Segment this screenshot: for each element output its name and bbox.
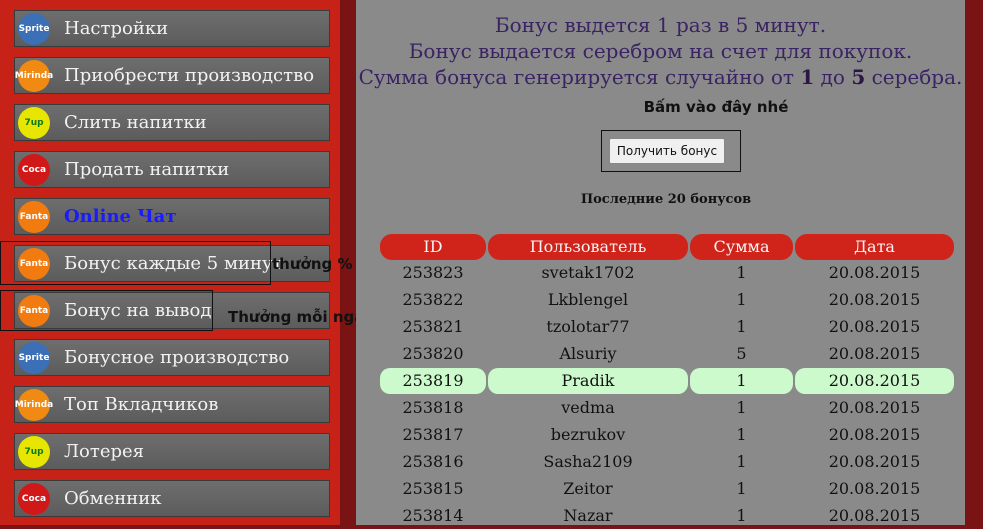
table-header-row: ID Пользователь Сумма Дата: [380, 234, 954, 260]
cell-date: 20.08.2015: [828, 398, 921, 417]
cell-date: 20.08.2015: [828, 479, 921, 498]
menu-item-online-chat[interactable]: Fanta Online Чат: [14, 198, 330, 235]
cell-user: Sasha2109: [543, 452, 633, 471]
coca-cola-icon: Coca: [18, 482, 50, 515]
menu-item-settings[interactable]: Sprite Настройки: [14, 10, 330, 47]
cell-id: 253818: [402, 398, 464, 417]
menu-item-label: Приобрести производство: [64, 65, 315, 86]
menu-item-label: Online Чат: [64, 206, 177, 227]
cell-date: 20.08.2015: [828, 425, 921, 444]
menu-item-lottery[interactable]: 7up Лотерея: [14, 433, 330, 470]
cell-id: 253815: [402, 479, 464, 498]
cell-amount: 1: [736, 290, 747, 309]
cell-user: Zeitor: [563, 479, 613, 498]
cell-user: bezrukov: [550, 425, 626, 444]
mirinda-icon: Mirinda: [15, 59, 53, 92]
cell-user: vedma: [561, 398, 615, 417]
cell-amount: 1: [736, 479, 747, 498]
menu-item-label: Обменник: [64, 488, 162, 509]
table-row: 253815 Zeitor 1 20.08.2015: [380, 476, 954, 502]
menu-item-label: Бонусное производство: [64, 347, 290, 368]
annotation-note-daily: Thưởng mỗi ngày: [228, 308, 374, 326]
table-row: 253818 vedma 1 20.08.2015: [380, 395, 954, 421]
table-row: 253820 Alsuriy 5 20.08.2015: [380, 341, 954, 367]
cell-amount: 1: [736, 506, 747, 525]
cell-id: 253819: [380, 368, 486, 394]
table-row: 253823 svetak1702 1 20.08.2015: [380, 260, 954, 286]
cell-date: 20.08.2015: [795, 368, 954, 394]
cell-user: Pradik: [488, 368, 688, 394]
menu-item-label: Продать напитки: [64, 159, 230, 180]
cell-id: 253816: [402, 452, 464, 471]
cell-date: 20.08.2015: [828, 290, 921, 309]
cell-user: tzolotar77: [546, 317, 630, 336]
cell-amount: 1: [736, 425, 747, 444]
cell-id: 253823: [402, 263, 464, 282]
cell-amount: 1: [690, 368, 793, 394]
cell-amount: 5: [736, 344, 747, 363]
column-header-id: ID: [380, 234, 486, 260]
cell-amount: 1: [736, 263, 747, 282]
sprite-icon: Sprite: [18, 341, 50, 374]
cell-id: 253821: [402, 317, 464, 336]
mirinda-icon: Mirinda: [15, 388, 53, 421]
info-line-2: Бонус выдается серебром на счет для поку…: [408, 39, 913, 63]
cell-amount: 1: [736, 452, 747, 471]
menu-item-label: Топ Вкладчиков: [64, 394, 219, 415]
cell-user: Alsuriy: [559, 344, 617, 363]
info-line-1: Бонус выдется 1 раз в 5 минут.: [494, 13, 827, 37]
annotation-outline-bonus-withdraw: [0, 290, 213, 331]
cell-amount: 1: [736, 398, 747, 417]
last-bonuses-title: Последние 20 бонусов: [580, 192, 752, 207]
column-header-amount: Сумма: [690, 234, 793, 260]
table-row-highlighted: 253819 Pradik 1 20.08.2015: [380, 368, 954, 394]
menu-item-buy-production[interactable]: Mirinda Приобрести производство: [14, 57, 330, 94]
menu-item-drain-drinks[interactable]: 7up Слить напитки: [14, 104, 330, 141]
7up-icon: 7up: [18, 435, 50, 468]
info-line-3-mid: до: [814, 65, 852, 89]
bonus-min-value: 1: [800, 65, 815, 89]
7up-icon: 7up: [18, 106, 50, 139]
sprite-icon: Sprite: [18, 12, 50, 45]
cell-date: 20.08.2015: [828, 344, 921, 363]
cell-date: 20.08.2015: [828, 317, 921, 336]
cell-id: 253820: [402, 344, 464, 363]
menu-item-label: Лотерея: [64, 441, 144, 462]
annotation-outline-bonus-5min: [0, 241, 271, 285]
get-bonus-button[interactable]: Получить бонус: [609, 138, 725, 164]
menu-item-bonus-production[interactable]: Sprite Бонусное производство: [14, 339, 330, 376]
cell-id: 253817: [402, 425, 464, 444]
cell-id: 253814: [402, 506, 464, 525]
annotation-click-here: Bấm vào đây nhé: [643, 98, 789, 116]
annotation-outline-button: Получить бонус: [601, 130, 741, 172]
bonus-max-value: 5: [851, 65, 866, 89]
cell-amount: 1: [736, 317, 747, 336]
cell-user: Lkblengel: [547, 290, 629, 309]
table-row: 253816 Sasha2109 1 20.08.2015: [380, 449, 954, 475]
table-row: 253822 Lkblengel 1 20.08.2015: [380, 287, 954, 313]
column-header-user: Пользователь: [488, 234, 688, 260]
coca-cola-icon: Coca: [18, 153, 50, 186]
right-border: [965, 0, 983, 525]
fanta-icon: Fanta: [18, 200, 50, 233]
cell-date: 20.08.2015: [828, 452, 921, 471]
menu-item-top-investors[interactable]: Mirinda Топ Вкладчиков: [14, 386, 330, 423]
info-line-3-suffix: серебра.: [865, 65, 963, 89]
table-row: 253814 Nazar 1 20.08.2015: [380, 503, 954, 529]
cell-date: 20.08.2015: [828, 263, 921, 282]
menu-item-sell-drinks[interactable]: Coca Продать напитки: [14, 151, 330, 188]
cell-date: 20.08.2015: [828, 506, 921, 525]
menu-item-label: Настройки: [64, 18, 169, 39]
info-line-3: Сумма бонуса генерируется случайно от 1 …: [356, 65, 965, 89]
menu-item-exchanger[interactable]: Coca Обменник: [14, 480, 330, 517]
cell-id: 253822: [402, 290, 464, 309]
cell-user: Nazar: [563, 506, 613, 525]
cell-user: svetak1702: [541, 263, 635, 282]
menu-item-label: Слить напитки: [64, 112, 207, 133]
main-panel: Бонус выдется 1 раз в 5 минут. Бонус выд…: [356, 0, 965, 525]
column-header-date: Дата: [795, 234, 954, 260]
table-row: 253821 tzolotar77 1 20.08.2015: [380, 314, 954, 340]
table-row: 253817 bezrukov 1 20.08.2015: [380, 422, 954, 448]
info-line-3-prefix: Сумма бонуса генерируется случайно от: [358, 65, 801, 89]
